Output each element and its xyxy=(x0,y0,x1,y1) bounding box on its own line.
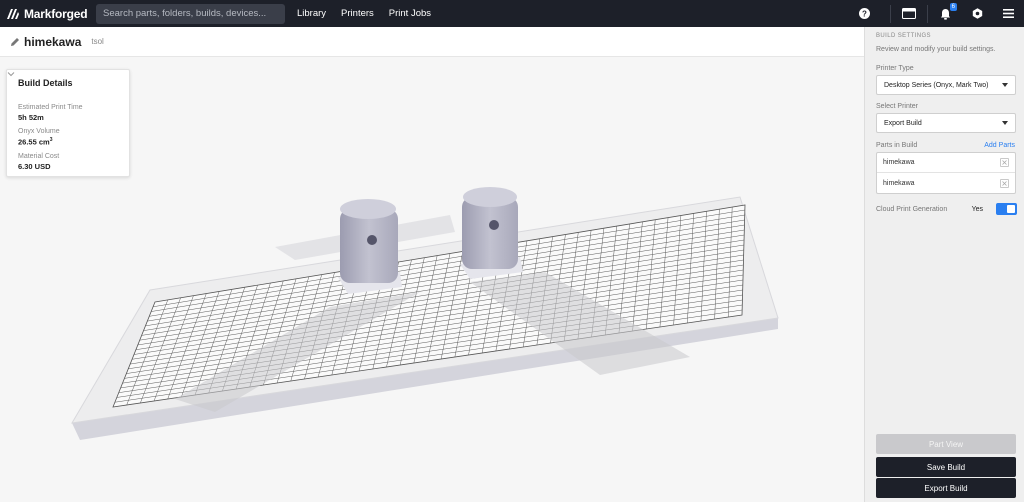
volume-value: 26.55 cm3 xyxy=(18,137,53,147)
edit-pencil-icon[interactable] xyxy=(10,37,20,47)
bell-icon[interactable]: 6 xyxy=(939,2,957,20)
cloud-print-value: Yes xyxy=(971,205,983,213)
brand-name: Markforged xyxy=(24,6,88,21)
cloud-print-label: Cloud Print Generation xyxy=(876,205,948,213)
screen-icon[interactable] xyxy=(902,8,916,20)
parts-label: Parts in Build xyxy=(876,142,918,149)
printer-type-label: Printer Type xyxy=(876,65,914,72)
menu-icon[interactable] xyxy=(1002,8,1014,20)
remove-part-icon[interactable] xyxy=(1000,158,1009,167)
list-item[interactable]: himekawa xyxy=(877,153,1015,173)
add-parts-link[interactable]: Add Parts xyxy=(984,142,1015,149)
nav-library[interactable]: Library xyxy=(297,8,326,19)
select-printer-select[interactable]: Export Build xyxy=(876,113,1016,133)
help-icon[interactable]: ? xyxy=(858,8,870,20)
build-details-title: Build Details xyxy=(18,78,73,88)
settings-icon[interactable] xyxy=(971,8,983,20)
build-title-row: himekawa tsol xyxy=(0,27,864,57)
build-viewport[interactable]: Build Details Estimated Print Time 5h 52… xyxy=(0,57,864,502)
part-himekawa-2[interactable] xyxy=(460,187,523,279)
build-title[interactable]: himekawa xyxy=(24,35,81,49)
print-time-label: Estimated Print Time xyxy=(18,104,83,111)
part-himekawa-1[interactable] xyxy=(338,199,402,294)
top-nav: Markforged Library Printers Print Jobs ?… xyxy=(0,0,1024,27)
list-item[interactable]: himekawa xyxy=(877,173,1015,193)
caret-down-icon xyxy=(1002,83,1008,87)
remove-part-icon[interactable] xyxy=(1000,178,1009,188)
nav-print-jobs[interactable]: Print Jobs xyxy=(389,8,431,19)
brand-logo[interactable]: Markforged xyxy=(6,7,90,21)
select-printer-label: Select Printer xyxy=(876,103,919,110)
build-details-card: Build Details Estimated Print Time 5h 52… xyxy=(6,69,130,177)
volume-label: Onyx Volume xyxy=(18,128,60,135)
nav-printers[interactable]: Printers xyxy=(341,8,374,19)
printer-type-select[interactable]: Desktop Series (Onyx, Mark Two) xyxy=(876,75,1016,95)
markforged-logo-icon xyxy=(7,8,19,19)
cloud-print-toggle[interactable] xyxy=(996,203,1017,215)
search-input[interactable] xyxy=(96,3,285,24)
panel-subheading: Review and modify your build settings. xyxy=(876,46,996,53)
svg-text:?: ? xyxy=(862,9,867,18)
print-time-value: 5h 52m xyxy=(18,113,44,122)
export-build-button[interactable]: Export Build xyxy=(876,478,1016,498)
cost-value: 6.30 USD xyxy=(18,161,51,171)
panel-heading: BUILD SETTINGS xyxy=(876,33,931,39)
caret-down-icon xyxy=(1002,121,1008,125)
cost-label: Material Cost xyxy=(18,152,60,160)
parts-list: himekawa himekawa xyxy=(876,152,1016,194)
cloud-print-row: Cloud Print Generation Yes xyxy=(876,203,1017,215)
chevron-down-icon[interactable] xyxy=(7,70,15,78)
build-settings-panel: BUILD SETTINGS Review and modify your bu… xyxy=(864,27,1024,502)
build-owner: tsol xyxy=(91,37,104,46)
part-view-button[interactable]: Part View xyxy=(876,434,1016,454)
save-build-button[interactable]: Save Build xyxy=(876,457,1016,477)
notification-badge: 6 xyxy=(949,2,957,11)
